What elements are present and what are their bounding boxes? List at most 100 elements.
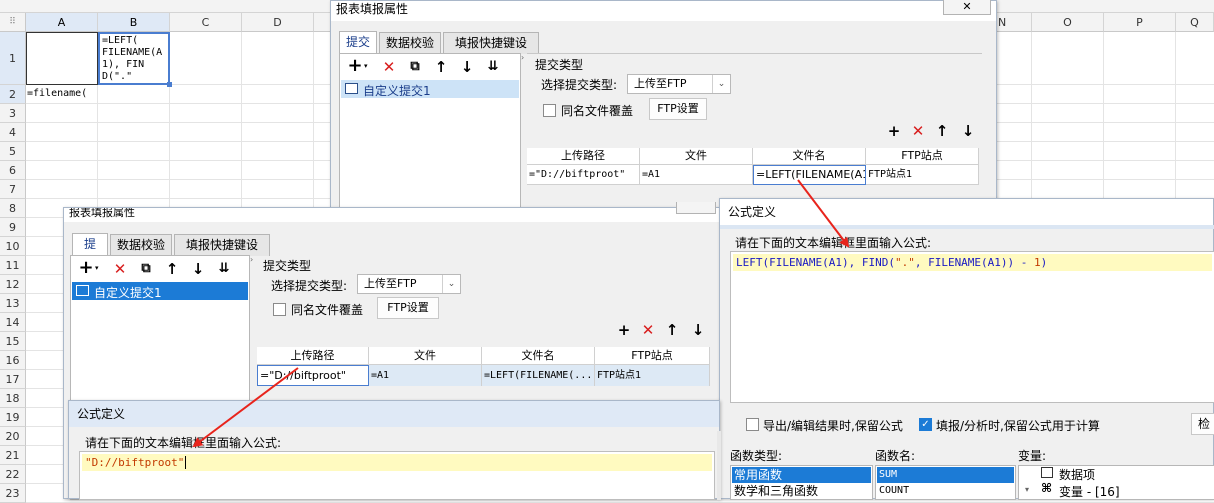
copy-icon[interactable]: ⧉ [406, 58, 424, 76]
row-header[interactable]: 1 [0, 32, 26, 85]
tab-shortcut-settings[interactable]: 填报快捷键设置 [443, 32, 539, 71]
row-down-icon[interactable]: ↓ [959, 122, 977, 140]
list-item[interactable]: 数学和三角函数 [732, 483, 871, 499]
close-button[interactable] [676, 202, 716, 214]
row-header[interactable]: 11 [0, 256, 26, 275]
row-up-icon[interactable]: ↑ [933, 122, 951, 140]
cell-file-name[interactable]: =LEFT(FILENAME(A1 [753, 165, 866, 185]
list-item[interactable]: COUNT [877, 483, 1014, 499]
row-header[interactable]: 14 [0, 313, 26, 332]
table-row[interactable]: ="D://biftproot" =A1 =LEFT(FILENAME(A1 F… [527, 165, 979, 185]
add-row-icon[interactable]: + [615, 321, 633, 339]
row-header[interactable]: 8 [0, 199, 26, 218]
cell-file-name[interactable]: =LEFT(FILENAME(... [482, 365, 595, 386]
row-header[interactable]: 13 [0, 294, 26, 313]
row-header[interactable]: 5 [0, 142, 26, 161]
tab-shortcut-settings[interactable]: 填报快捷键设置 [174, 234, 270, 273]
cell-ftp-site[interactable]: FTP站点1 [866, 165, 979, 185]
scrollbar[interactable] [717, 431, 721, 500]
row-header[interactable]: 15 [0, 332, 26, 351]
delete-row-icon[interactable]: ✕ [909, 122, 927, 140]
row-header[interactable]: 3 [0, 104, 26, 123]
cell-file[interactable]: =A1 [640, 165, 753, 185]
move-bottom-icon[interactable]: ⇊ [215, 260, 233, 278]
row-header[interactable]: 9 [0, 218, 26, 237]
keep-formula-export-checkbox[interactable] [746, 418, 759, 431]
add-dropdown-icon[interactable]: ▾ [95, 264, 99, 272]
overwrite-checkbox[interactable] [543, 104, 556, 117]
delete-icon[interactable]: ✕ [111, 260, 129, 278]
add-dropdown-icon[interactable]: ▾ [364, 62, 368, 70]
list-item-custom-submit[interactable]: 自定义提交1 [341, 80, 519, 98]
check-button[interactable]: 检 [1191, 413, 1214, 435]
move-down-icon[interactable]: ↓ [189, 260, 207, 278]
col-header-q[interactable]: Q [1176, 13, 1214, 32]
row-header[interactable]: 22 [0, 465, 26, 484]
cell-a2[interactable]: =filename( [27, 88, 167, 102]
row-up-icon[interactable]: ↑ [663, 321, 681, 339]
move-down-icon[interactable]: ↓ [458, 58, 476, 76]
list-item-custom-submit[interactable]: 自定义提交1 [72, 282, 248, 300]
col-header-b[interactable]: B [98, 13, 170, 32]
col-header-c[interactable]: C [170, 13, 242, 32]
row-header[interactable]: 20 [0, 427, 26, 446]
formula-editor[interactable]: LEFT(FILENAME(A1), FIND(".", FILENAME(A1… [730, 251, 1214, 403]
expand-icon[interactable]: ▾ [1025, 485, 1029, 494]
list-item[interactable]: 常用函数 [732, 467, 871, 483]
row-down-icon[interactable]: ↓ [689, 321, 707, 339]
cell-upload-path[interactable]: ="D://biftproot" [527, 165, 640, 185]
cell-upload-path[interactable]: ="D://biftproot" [257, 365, 369, 386]
delete-row-icon[interactable]: ✕ [639, 321, 657, 339]
formula-editor[interactable]: "D://biftproot" [79, 451, 715, 500]
tree-item[interactable]: 数据项 [1059, 466, 1095, 483]
col-header-a[interactable]: A [26, 13, 98, 32]
list-item[interactable]: SUM [877, 467, 1014, 483]
tab-data-validation[interactable]: 数据校验 [110, 234, 172, 256]
col-header-d[interactable]: D [242, 13, 314, 32]
select-all-corner[interactable]: ⠿ [0, 13, 26, 32]
col-header-p[interactable]: P [1104, 13, 1176, 32]
cell-ftp-site[interactable]: FTP站点1 [595, 365, 710, 386]
row-header[interactable]: 12 [0, 275, 26, 294]
tab-submit[interactable]: 提交 [72, 233, 108, 272]
cell-b1[interactable]: =LEFT( FILENAME(A 1), FIN D("." [98, 32, 170, 85]
row-header[interactable]: 18 [0, 389, 26, 408]
keep-formula-fill-checkbox[interactable]: ✓ [919, 418, 932, 431]
submit-type-select[interactable]: 上传至FTP ⌄ [627, 74, 731, 94]
tab-submit[interactable]: 提交 [339, 31, 377, 53]
table-row[interactable]: ="D://biftproot" =A1 =LEFT(FILENAME(... … [257, 365, 710, 386]
move-up-icon[interactable]: ↑ [432, 58, 450, 76]
cell-a1[interactable] [26, 32, 98, 85]
row-header[interactable]: 2 [0, 85, 26, 104]
ftp-settings-button[interactable]: FTP设置 [649, 98, 707, 120]
row-header[interactable]: 16 [0, 351, 26, 370]
copy-icon[interactable]: ⧉ [137, 260, 155, 278]
col-header-o[interactable]: O [1032, 13, 1104, 32]
add-icon[interactable]: + [346, 57, 364, 76]
row-header[interactable]: 7 [0, 180, 26, 199]
formula-line[interactable]: LEFT(FILENAME(A1), FIND(".", FILENAME(A1… [733, 254, 1212, 271]
row-header[interactable]: 10 [0, 237, 26, 256]
move-up-icon[interactable]: ↑ [163, 260, 181, 278]
formula-line[interactable]: "D://biftproot" [82, 454, 712, 471]
row-header[interactable]: 21 [0, 446, 26, 465]
add-icon[interactable]: + [77, 259, 95, 278]
col-header-n[interactable]: N [996, 13, 1032, 32]
ftp-settings-button[interactable]: FTP设置 [377, 297, 439, 319]
move-bottom-icon[interactable]: ⇊ [484, 58, 502, 76]
row-header[interactable]: 4 [0, 123, 26, 142]
fill-handle[interactable] [167, 82, 172, 87]
tab-data-validation[interactable]: 数据校验 [379, 32, 441, 54]
row-header[interactable]: 17 [0, 370, 26, 389]
cell-file[interactable]: =A1 [369, 365, 482, 386]
tree-item[interactable]: 变量 - [16] [1059, 483, 1120, 500]
row-header[interactable]: 6 [0, 161, 26, 180]
row-header[interactable]: 23 [0, 484, 26, 503]
close-button[interactable]: ✕ [943, 0, 991, 15]
submit-type-select[interactable]: 上传至FTP ⌄ [357, 274, 461, 294]
add-row-icon[interactable]: + [885, 122, 903, 140]
overwrite-checkbox[interactable] [273, 303, 286, 316]
delete-icon[interactable]: ✕ [380, 58, 398, 76]
splitter[interactable]: › [521, 53, 526, 213]
row-header[interactable]: 19 [0, 408, 26, 427]
